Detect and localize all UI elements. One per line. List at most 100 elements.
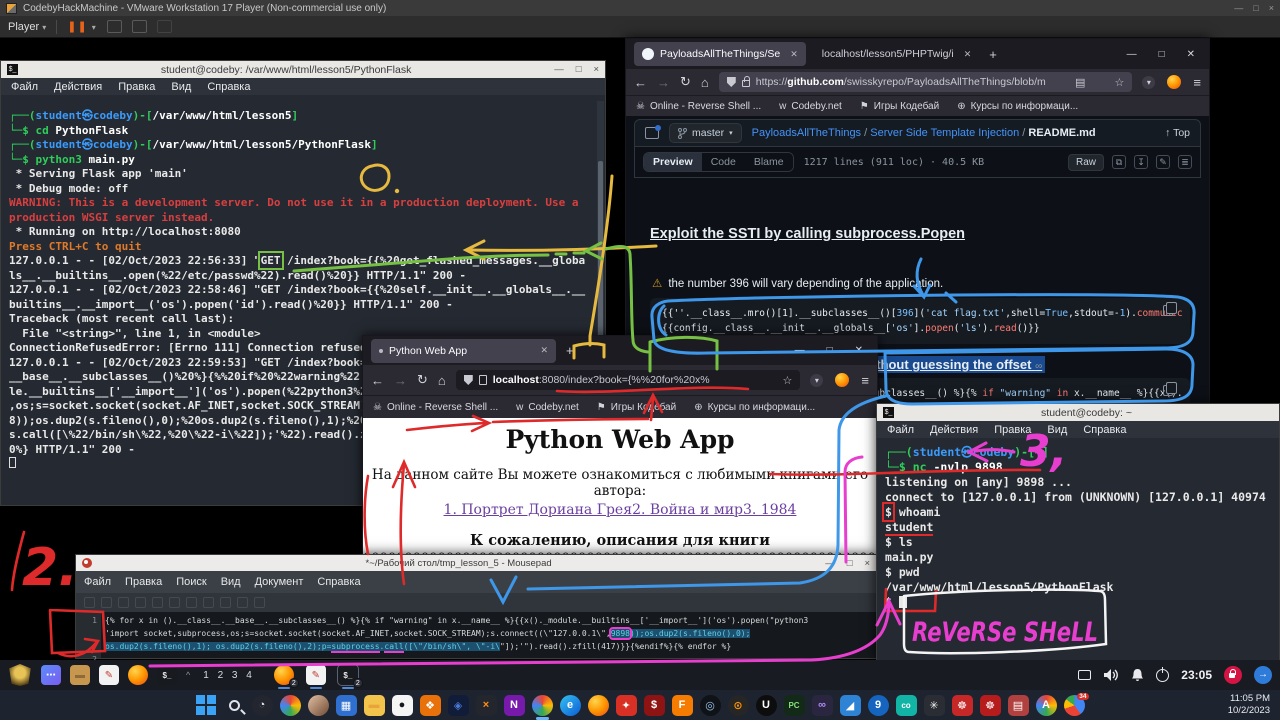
maximize-icon[interactable]: □ [827, 345, 833, 356]
terminal-task[interactable]: $_2 [338, 665, 358, 685]
menu-item[interactable]: Вид [221, 576, 241, 588]
close-icon[interactable]: × [1269, 3, 1274, 13]
tracking-shield-icon[interactable] [727, 77, 736, 87]
maximize-icon[interactable]: □ [576, 64, 582, 75]
branch-selector[interactable]: master▾ [669, 123, 742, 143]
chrome-profile[interactable]: A [1036, 695, 1057, 716]
close-icon[interactable]: ✕ [1187, 49, 1195, 60]
bookmark-item[interactable]: wCodeby.net [779, 101, 842, 112]
breadcrumb[interactable]: PayloadsAllTheThings / Server Side Templ… [752, 127, 1096, 139]
reload-icon[interactable]: ↻ [417, 372, 428, 388]
mousepad-window[interactable]: *~/Рабочий стол/tmp_lesson_5 - Mousepad … [75, 554, 877, 659]
menu-item[interactable]: Файл [11, 81, 38, 93]
menu-item[interactable]: Правка [994, 424, 1031, 436]
power-icon[interactable] [1156, 669, 1169, 682]
nc-terminal-titlebar[interactable]: $_ student@codeby: ~ [877, 404, 1279, 421]
forward-icon[interactable]: → [657, 75, 670, 90]
back-icon[interactable]: ← [634, 75, 647, 90]
send-ctrl-alt-del-button[interactable] [107, 20, 122, 33]
new-tab-button[interactable]: + [989, 47, 997, 62]
minimize-icon[interactable]: — [825, 558, 835, 569]
menu-icon[interactable]: ≡ [1193, 75, 1201, 90]
orange-gear[interactable]: ❖ [420, 695, 441, 716]
back-icon[interactable]: ← [371, 373, 384, 388]
red-gear-1[interactable]: ☸ [952, 695, 973, 716]
maximize-icon[interactable]: □ [847, 558, 853, 569]
menu-item[interactable]: Справка [317, 576, 360, 588]
view-tab[interactable]: Code [702, 153, 745, 171]
hornet[interactable]: ✳ [924, 695, 945, 716]
firefox-task[interactable]: 2 [274, 665, 294, 685]
close-icon[interactable]: ✕ [855, 345, 863, 356]
bookmark-item[interactable]: ⊕Курсы по информаци... [694, 402, 815, 413]
prism-shield[interactable]: ◈ [448, 695, 469, 716]
nc-terminal-window[interactable]: $_ student@codeby: ~ Файл Действия Правка В… [876, 403, 1280, 661]
terminal-launcher[interactable]: $_ [157, 665, 177, 685]
menu-icon[interactable]: ≡ [861, 373, 869, 388]
home-icon[interactable]: ⌂ [438, 373, 446, 388]
file-tree-icon[interactable] [645, 127, 659, 139]
pocket-icon[interactable]: ▾ [1142, 76, 1155, 89]
edge[interactable]: e [560, 695, 581, 716]
cut-icon[interactable] [203, 597, 214, 608]
outline-icon[interactable]: ≣ [1178, 155, 1192, 169]
save-icon[interactable] [118, 597, 129, 608]
mousepad-editor[interactable]: 12 {% for x in ().__class__.__base__.__s… [76, 612, 876, 658]
tab-localhost-phptwig[interactable]: localhost/lesson5/PHPTwig/i✕ [814, 42, 979, 66]
maximize-icon[interactable]: □ [1159, 49, 1165, 60]
firefox-launcher[interactable] [128, 665, 148, 685]
firefox-account-icon[interactable] [835, 373, 849, 387]
bookmark-star-icon[interactable]: ☆ [783, 374, 793, 387]
redo-icon[interactable] [186, 597, 197, 608]
close-icon[interactable]: × [864, 558, 870, 569]
menu-item[interactable]: Документ [255, 576, 304, 588]
pause-vm-button[interactable]: ❚❚ ▾ [67, 20, 97, 33]
reader-view-icon[interactable]: ▤ [1075, 76, 1085, 89]
copy-code-icon[interactable] [1163, 385, 1173, 396]
open-file-icon[interactable] [101, 597, 112, 608]
url-bar[interactable]: localhost:8080/index?book={%%20for%20x% … [456, 370, 801, 390]
flask-terminal-titlebar[interactable]: $_ student@codeby: /var/www/html/lesson5… [1, 61, 605, 78]
apps-launcher[interactable]: ⋯ [41, 665, 61, 685]
calendar[interactable]: ▦ [336, 695, 357, 716]
menu-item[interactable]: Файл [887, 424, 914, 436]
menu-item[interactable]: Справка [207, 81, 250, 93]
anchor-link-icon[interactable]: ∞ [1035, 361, 1042, 372]
explorer-folder[interactable]: ▬ [364, 695, 385, 716]
bookmark-item[interactable]: ⚑Игры Кодебай [597, 402, 676, 413]
minimize-icon[interactable]: — [554, 64, 564, 75]
menu-item[interactable]: Правка [125, 576, 162, 588]
vscode[interactable]: ◢ [840, 695, 861, 716]
pc-green[interactable]: PC [784, 695, 805, 716]
menu-item[interactable]: Вид [1047, 424, 1067, 436]
mousepad-launcher[interactable]: ✎ [99, 665, 119, 685]
copy-icon[interactable] [220, 597, 231, 608]
paste-icon[interactable] [237, 597, 248, 608]
new-file-icon[interactable] [84, 597, 95, 608]
forward-icon[interactable]: → [394, 373, 407, 388]
menu-item[interactable]: Действия [930, 424, 978, 436]
orange-arrows[interactable]: × [476, 695, 497, 716]
windows-clock[interactable]: 11:05 PM 10/2/2023 [1228, 693, 1270, 717]
edit-pencil-icon[interactable]: ✎ [1156, 155, 1170, 169]
onenote[interactable]: N [504, 695, 525, 716]
menu-item[interactable]: Правка [118, 81, 155, 93]
undo-icon[interactable] [169, 597, 180, 608]
bookmark-item[interactable]: ⊕Курсы по информаци... [957, 101, 1078, 112]
gauge[interactable]: ◔ [252, 695, 273, 716]
menu-item[interactable]: Вид [171, 81, 191, 93]
mousepad-task[interactable]: ✎ [306, 665, 326, 685]
minimize-icon[interactable]: — [795, 345, 805, 356]
search-icon[interactable] [254, 597, 265, 608]
minimize-icon[interactable]: — [1127, 49, 1137, 60]
url-bar[interactable]: https://github.com/swisskyrepo/PayloadsA… [719, 72, 1133, 92]
pocket-icon[interactable]: ▾ [810, 374, 823, 387]
reload-icon[interactable]: ↻ [680, 74, 691, 90]
fullscreen-button[interactable] [132, 20, 147, 33]
view-tab[interactable]: Preview [644, 153, 702, 171]
unreal[interactable]: U [756, 695, 777, 716]
pie-chart[interactable]: 34 [1064, 695, 1085, 716]
chrome[interactable] [532, 695, 553, 716]
close-tab-icon[interactable]: ✕ [964, 49, 972, 60]
spark[interactable]: $ [644, 695, 665, 716]
